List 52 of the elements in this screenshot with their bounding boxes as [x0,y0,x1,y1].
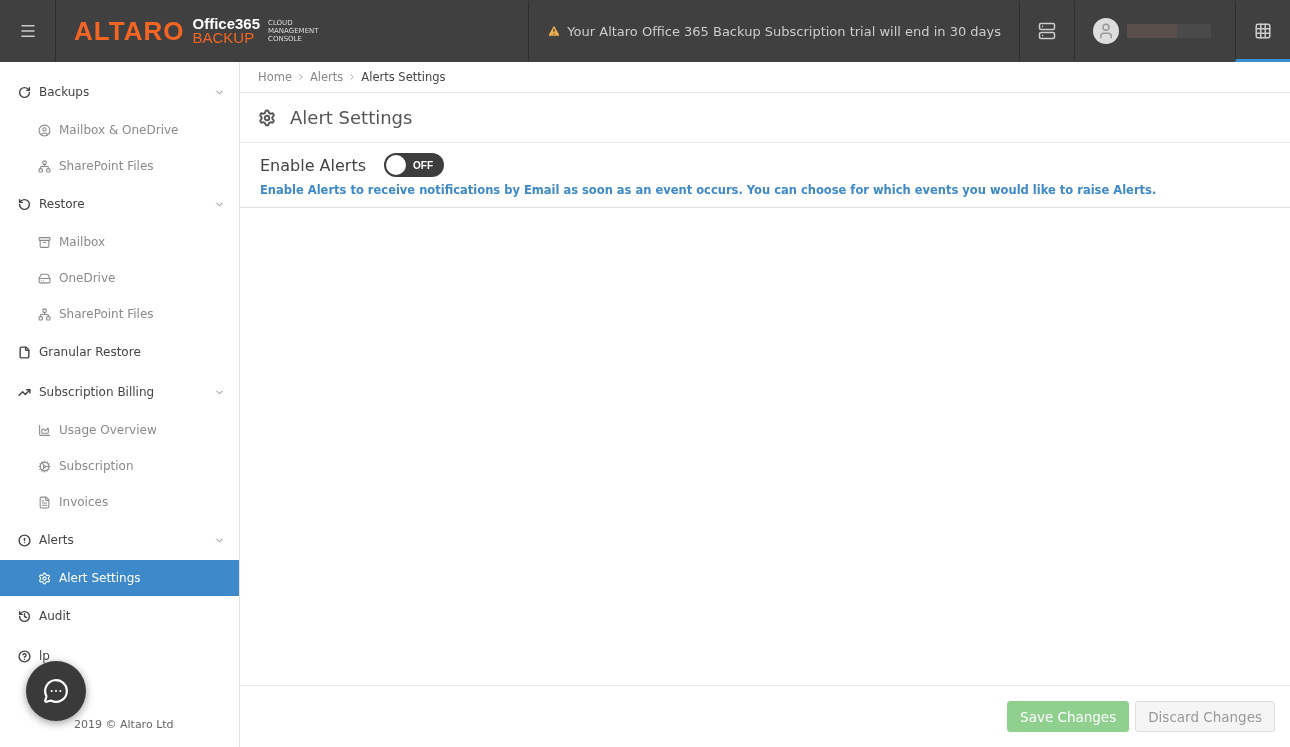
chat-bubble-icon [43,678,69,704]
sidebar-item[interactable]: Audit [0,596,239,636]
toggle-switch[interactable]: OFF [384,153,444,177]
copyright-text: 2019 © Altaro Ltd [74,718,174,731]
chat-button[interactable] [26,661,86,721]
sidebar-item-icon [18,85,31,99]
sidebar-subitem[interactable]: SharePoint Files [0,296,239,332]
alerts-description: Enable Alerts to receive notifications by Email as soon as an event occurs. You can choose for which events you would like to raise Alerts. [260,183,1158,197]
trial-notice: Your Altaro Office 365 Backup Subscription trial will end in 30 days [567,23,1001,39]
sidebar-item-icon [18,345,31,359]
sidebar-subitem[interactable]: Invoices [0,484,239,520]
sidebar-subitem[interactable]: Mailbox & OneDrive [0,112,239,148]
sidebar-subitem-icon [38,235,51,249]
sidebar-subitem[interactable]: Subscription [0,448,239,484]
sidebar-subitem-icon [38,123,51,137]
apps-grid-button[interactable] [1235,0,1290,62]
sidebar-subitem-icon [38,459,51,473]
sidebar-subitem[interactable]: Mailbox [0,224,239,260]
menu-icon [18,22,37,40]
sidebar-subitem-icon [38,271,51,285]
breadcrumb-link[interactable]: Alerts [309,70,344,84]
sidebar-subitem[interactable]: SharePoint Files [0,148,239,184]
sidebar-item[interactable]: Backups [0,72,239,112]
sidebar-item[interactable]: Restore [0,184,239,224]
enable-alerts-label: Enable Alerts [260,155,366,175]
sidebar-item-icon [18,649,31,663]
breadcrumb-link[interactable]: Home [258,70,292,84]
sidebar-subitem[interactable]: OneDrive [0,260,239,296]
sidebar-item-icon [18,609,31,623]
sidebar-subitem[interactable]: Usage Overview [0,412,239,448]
sidebar-subitem-icon [38,159,51,173]
logo-product: BACKUP [192,31,256,45]
sidebar-item-icon [18,533,31,547]
sidebar-item-icon [18,197,31,211]
sidebar-subitem-icon [38,571,51,585]
sidebar-subitem-icon [38,307,51,321]
breadcrumb-link[interactable]: Alerts Settings [361,70,446,84]
logo-product: Office365 [192,17,260,31]
server-icon [1038,22,1056,40]
sidebar-subitem-icon [38,423,51,437]
sidebar-subitem-icon [38,495,51,509]
avatar-icon [1093,18,1119,44]
settings-icon [258,108,276,127]
sidebar-item[interactable]: Granular Restore [0,332,239,372]
sidebar-item[interactable]: lp [0,636,239,676]
sidebar-item[interactable]: Subscription Billing [0,372,239,412]
page-title: Alert Settings [290,107,413,128]
sidebar-subitem[interactable]: Alert Settings [0,560,239,596]
warning-icon [547,24,562,38]
logo-brand: ALTARO [74,15,185,47]
grid-icon [1254,22,1272,40]
sidebar-item[interactable]: Alerts [0,520,239,560]
